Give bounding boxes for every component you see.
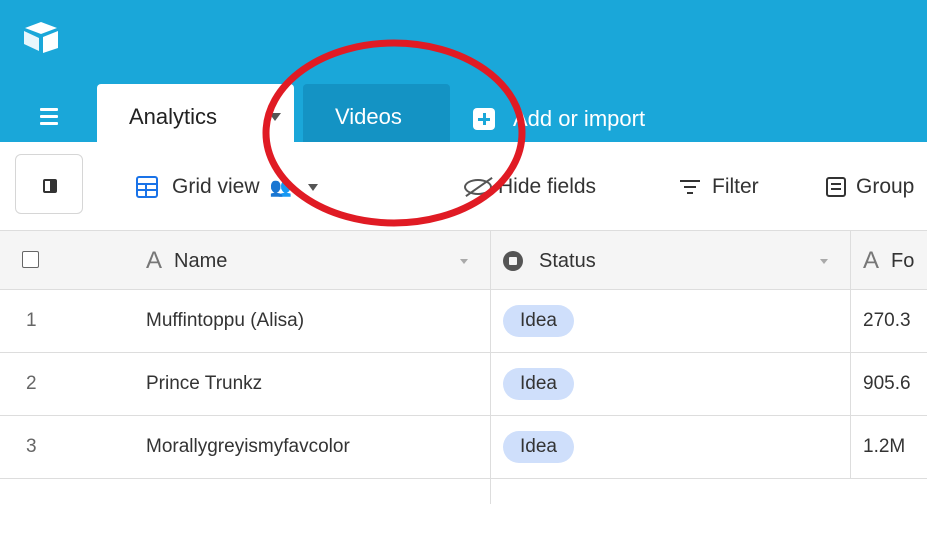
red-annotation-circle	[262, 39, 526, 227]
